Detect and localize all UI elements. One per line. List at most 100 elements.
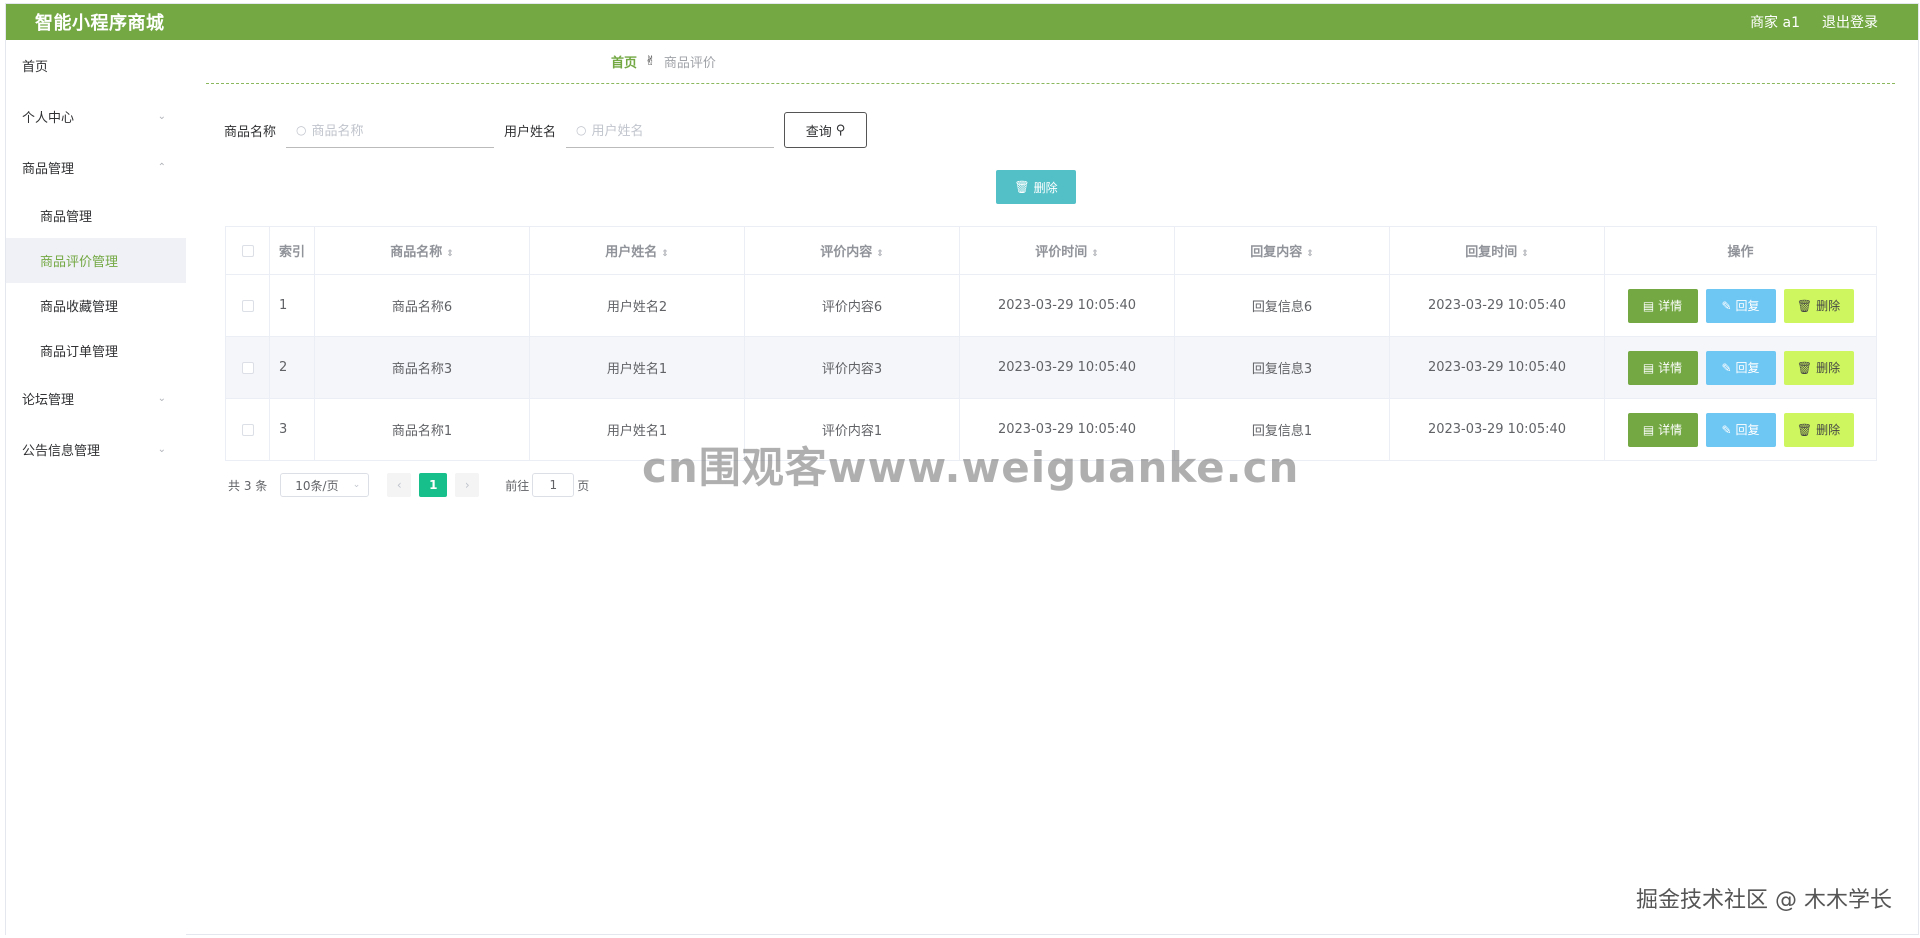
chevron-down-icon: ⌄ bbox=[157, 393, 166, 404]
sidebar-item-goods[interactable]: 商品管理 ⌃ bbox=[6, 142, 186, 193]
cell-actions: ▤ 详情 ✎ 回复 🗑 删除 bbox=[1604, 398, 1877, 461]
search-icon: ⚲ bbox=[835, 122, 846, 138]
col-review-content[interactable]: 评价内容 ⇕ bbox=[744, 226, 960, 275]
cell-reply-content: 回复信息1 bbox=[1174, 398, 1390, 461]
page-number-current[interactable]: 1 bbox=[419, 473, 448, 497]
sidebar-item-personal[interactable]: 个人中心 ⌄ bbox=[6, 91, 186, 142]
batch-delete-button[interactable]: 🗑 删除 bbox=[996, 170, 1076, 204]
page-suffix-label: 页 bbox=[577, 478, 590, 493]
sidebar-item-notice[interactable]: 公告信息管理 ⌄ bbox=[6, 424, 186, 475]
reply-button[interactable]: ✎ 回复 bbox=[1705, 412, 1776, 447]
sidebar-item-home[interactable]: 首页 bbox=[6, 40, 186, 91]
pagination-total: 共 3 条 bbox=[228, 478, 268, 493]
cell-user-name: 用户姓名1 bbox=[529, 398, 745, 461]
sort-icon: ⇕ bbox=[1306, 249, 1314, 259]
cell-review-content: 评价内容6 bbox=[744, 274, 960, 337]
reviews-table: 索引 商品名称 ⇕ 用户姓名 ⇕ 评价内容 ⇕ 评价时间 ⇕ 回复内容 ⇕ 回复时间 ⇕ 操… bbox=[225, 226, 1877, 461]
trash-icon: 🗑 bbox=[1014, 180, 1030, 194]
col-label: 评价内容 bbox=[820, 245, 873, 260]
document-icon: ▤ bbox=[1642, 360, 1655, 375]
col-label: 评价时间 bbox=[1035, 245, 1088, 260]
chevron-down-icon: ⌄ bbox=[157, 111, 166, 122]
batch-delete-label: 删除 bbox=[1033, 180, 1058, 195]
col-label: 用户姓名 bbox=[605, 245, 658, 260]
table-row: 3 商品名称1 用户姓名1 评价内容1 2023-03-29 10:05:40 … bbox=[225, 398, 1877, 461]
row-checkbox[interactable] bbox=[241, 361, 254, 374]
sort-icon: ⇕ bbox=[1521, 249, 1529, 259]
cell-reply-time: 2023-03-29 10:05:40 bbox=[1389, 336, 1605, 399]
query-button-label: 查询 bbox=[805, 124, 832, 140]
col-label: 商品名称 bbox=[390, 245, 443, 260]
row-checkbox[interactable] bbox=[241, 423, 254, 436]
detail-button[interactable]: ▤ 详情 bbox=[1627, 288, 1698, 323]
sidebar-subitem-reviews[interactable]: 商品评价管理 bbox=[6, 238, 186, 283]
sidebar-subitem-orders[interactable]: 商品订单管理 bbox=[6, 328, 186, 373]
select-all-checkbox[interactable] bbox=[241, 244, 254, 257]
document-icon: ▤ bbox=[1642, 298, 1655, 313]
sort-icon: ⇕ bbox=[876, 249, 884, 259]
query-button[interactable]: 查询 ⚲ bbox=[784, 112, 868, 148]
col-index: 索引 bbox=[269, 226, 315, 275]
col-reply-content[interactable]: 回复内容 ⇕ bbox=[1174, 226, 1390, 275]
edit-icon: ✎ bbox=[1721, 360, 1732, 375]
cell-review-time: 2023-03-29 10:05:40 bbox=[959, 398, 1175, 461]
delete-button[interactable]: 🗑 删除 bbox=[1783, 412, 1854, 447]
col-review-time[interactable]: 评价时间 ⇕ bbox=[959, 226, 1175, 275]
reply-button[interactable]: ✎ 回复 bbox=[1705, 350, 1776, 385]
cell-index: 2 bbox=[269, 336, 315, 399]
page-size-select[interactable]: 10条/页 ⌄ bbox=[280, 473, 370, 497]
sidebar-item-label: 公告信息管理 bbox=[22, 444, 101, 459]
user-name-input[interactable]: ○ 用户姓名 bbox=[566, 112, 775, 148]
cell-index: 3 bbox=[269, 398, 315, 461]
logout-link[interactable]: 退出登录 bbox=[1822, 12, 1878, 32]
cell-actions: ▤ 详情 ✎ 回复 🗑 删除 bbox=[1604, 336, 1877, 399]
sidebar-item-label: 商品管理 bbox=[22, 162, 75, 177]
cell-review-time: 2023-03-29 10:05:40 bbox=[959, 274, 1175, 337]
detail-label: 详情 bbox=[1658, 361, 1683, 375]
detail-button[interactable]: ▤ 详情 bbox=[1627, 412, 1698, 447]
user-name-label: 用户姓名 bbox=[504, 124, 557, 140]
sort-icon: ⇕ bbox=[446, 249, 454, 259]
user-name-placeholder: 用户姓名 bbox=[591, 124, 644, 139]
main-content: 首页 ✌ 商品评价 商品名称 ○ 商品名称 用户姓名 ○ 用户姓名 查询 ⚲ 🗑… bbox=[206, 40, 1898, 934]
reply-button[interactable]: ✎ 回复 bbox=[1705, 288, 1776, 323]
sidebar: 首页 个人中心 ⌄ 商品管理 ⌃ 商品管理 商品评价管理 商品收藏管理 商品订单… bbox=[6, 40, 186, 936]
sidebar-subitem-goods[interactable]: 商品管理 bbox=[6, 193, 186, 238]
goto-page-input[interactable] bbox=[532, 473, 575, 497]
sidebar-item-label: 论坛管理 bbox=[22, 393, 75, 408]
cell-user-name: 用户姓名1 bbox=[529, 336, 745, 399]
prev-page-button[interactable]: ‹ bbox=[387, 473, 412, 497]
col-user-name[interactable]: 用户姓名 ⇕ bbox=[529, 226, 745, 275]
detail-label: 详情 bbox=[1658, 299, 1683, 313]
col-reply-time[interactable]: 回复时间 ⇕ bbox=[1389, 226, 1605, 275]
breadcrumb: 首页 ✌ 商品评价 bbox=[206, 40, 1895, 84]
col-actions: 操作 bbox=[1604, 226, 1877, 275]
sidebar-subitem-favorites[interactable]: 商品收藏管理 bbox=[6, 283, 186, 328]
search-icon: ○ bbox=[576, 122, 587, 137]
reply-label: 回复 bbox=[1735, 423, 1760, 437]
reply-label: 回复 bbox=[1735, 361, 1760, 375]
col-goods-name[interactable]: 商品名称 ⇕ bbox=[314, 226, 530, 275]
sort-icon: ⇕ bbox=[661, 249, 669, 259]
delete-button[interactable]: 🗑 删除 bbox=[1783, 350, 1854, 385]
goto-page: 前往 页 bbox=[505, 473, 589, 497]
cell-review-time: 2023-03-29 10:05:40 bbox=[959, 336, 1175, 399]
reply-label: 回复 bbox=[1735, 299, 1760, 313]
row-checkbox[interactable] bbox=[241, 299, 254, 312]
chevron-left-icon: ‹ bbox=[396, 478, 402, 492]
chevron-right-icon: › bbox=[464, 478, 470, 492]
next-page-button[interactable]: › bbox=[455, 473, 480, 497]
table-header-row: 索引 商品名称 ⇕ 用户姓名 ⇕ 评价内容 ⇕ 评价时间 ⇕ 回复内容 ⇕ 回复时间 ⇕ 操… bbox=[225, 226, 1877, 275]
pagination: 共 3 条 10条/页 ⌄ ‹ 1 › 前往 页 bbox=[228, 473, 589, 497]
breadcrumb-home[interactable]: 首页 bbox=[611, 52, 637, 71]
sidebar-item-forum[interactable]: 论坛管理 ⌄ bbox=[6, 373, 186, 424]
delete-button[interactable]: 🗑 删除 bbox=[1783, 288, 1854, 323]
delete-label: 删除 bbox=[1816, 299, 1841, 313]
user-name[interactable]: 商家 a1 bbox=[1750, 12, 1800, 32]
goods-name-input[interactable]: ○ 商品名称 bbox=[286, 112, 495, 148]
detail-button[interactable]: ▤ 详情 bbox=[1627, 350, 1698, 385]
sidebar-item-label: 个人中心 bbox=[22, 111, 75, 126]
cell-goods-name: 商品名称6 bbox=[314, 274, 530, 337]
document-icon: ▤ bbox=[1642, 422, 1655, 437]
credit-text: 掘金技术社区 @ 木木学长 bbox=[1636, 888, 1892, 913]
